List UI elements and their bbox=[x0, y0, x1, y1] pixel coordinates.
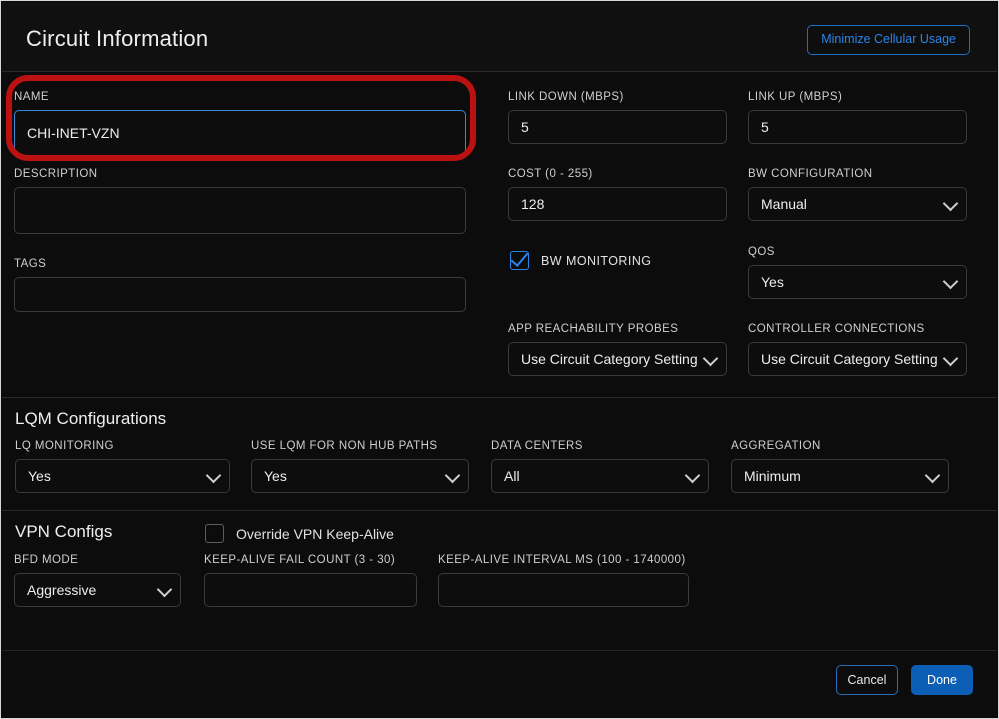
circuit-fields-region: NAME CHI-INET-VZN DESCRIPTION TAGS LINK … bbox=[2, 72, 997, 397]
description-label: DESCRIPTION bbox=[14, 168, 98, 180]
description-field-group: DESCRIPTION bbox=[14, 168, 466, 234]
bfd-mode-label: BFD MODE bbox=[14, 554, 79, 566]
override-vpn-keepalive-checkbox[interactable] bbox=[205, 524, 224, 543]
use-lqm-non-hub-label: USE LQM FOR NON HUB PATHS bbox=[251, 440, 438, 452]
lqm-configurations-region: LQM Configurations LQ MONITORING Yes USE… bbox=[2, 398, 997, 510]
aggregation-select[interactable]: Minimum bbox=[731, 459, 949, 493]
cancel-button[interactable]: Cancel bbox=[836, 665, 898, 695]
link-up-field-group: LINK UP (Mbps) 5 bbox=[748, 91, 967, 144]
bfd-mode-field-group: BFD MODE Aggressive bbox=[14, 554, 181, 607]
qos-field-group: QOS Yes bbox=[748, 246, 967, 299]
app-reachability-probes-label: APP REACHABILITY PROBES bbox=[508, 323, 679, 335]
lq-monitoring-field-group: LQ MONITORING Yes bbox=[15, 440, 230, 493]
keepalive-interval-label: KEEP-ALIVE INTERVAL MS (100 - 1740000) bbox=[438, 554, 686, 566]
override-vpn-keepalive-label: Override VPN Keep-Alive bbox=[236, 525, 394, 542]
link-up-input[interactable]: 5 bbox=[748, 110, 967, 144]
done-button[interactable]: Done bbox=[911, 665, 973, 695]
page-title: Circuit Information bbox=[26, 26, 209, 51]
override-vpn-keepalive-row[interactable]: Override VPN Keep-Alive bbox=[205, 524, 394, 543]
app-reachability-probes-select[interactable]: Use Circuit Category Setting bbox=[508, 342, 727, 376]
tags-field-group: TAGS bbox=[14, 258, 466, 312]
use-lqm-non-hub-select[interactable]: Yes bbox=[251, 459, 469, 493]
cost-input[interactable]: 128 bbox=[508, 187, 727, 221]
dialog-panel: Circuit Information Minimize Cellular Us… bbox=[2, 2, 997, 717]
bw-monitoring-checkbox[interactable] bbox=[510, 251, 529, 270]
keepalive-fail-count-field-group: KEEP-ALIVE FAIL COUNT (3 - 30) bbox=[204, 554, 417, 607]
aggregation-label: AGGREGATION bbox=[731, 440, 821, 452]
circuit-information-dialog: Circuit Information Minimize Cellular Us… bbox=[0, 0, 999, 719]
bw-configuration-label: BW CONFIGURATION bbox=[748, 168, 873, 180]
name-label: NAME bbox=[14, 91, 50, 103]
link-down-input[interactable]: 5 bbox=[508, 110, 727, 144]
name-input[interactable]: CHI-INET-VZN bbox=[14, 110, 466, 156]
bw-monitoring-row[interactable]: BW MONITORING bbox=[510, 251, 651, 270]
controller-connections-label: CONTROLLER CONNECTIONS bbox=[748, 323, 925, 335]
lq-monitoring-select[interactable]: Yes bbox=[15, 459, 230, 493]
qos-select[interactable]: Yes bbox=[748, 265, 967, 299]
dialog-header: Circuit Information Minimize Cellular Us… bbox=[2, 2, 997, 72]
tags-label: TAGS bbox=[14, 258, 47, 270]
link-down-field-group: LINK DOWN (Mbps) 5 bbox=[508, 91, 727, 144]
data-centers-field-group: DATA CENTERS All bbox=[491, 440, 709, 493]
keepalive-fail-count-input[interactable] bbox=[204, 573, 417, 607]
controller-connections-select[interactable]: Use Circuit Category Setting bbox=[748, 342, 967, 376]
aggregation-field-group: AGGREGATION Minimum bbox=[731, 440, 949, 493]
cost-field-group: COST (0 - 255) 128 bbox=[508, 168, 727, 221]
lqm-section-title: LQM Configurations bbox=[15, 409, 167, 428]
use-lqm-non-hub-field-group: USE LQM FOR NON HUB PATHS Yes bbox=[251, 440, 469, 493]
description-input[interactable] bbox=[14, 187, 466, 234]
dialog-footer: Cancel Done bbox=[2, 650, 997, 717]
minimize-cellular-usage-button[interactable]: Minimize Cellular Usage bbox=[807, 25, 970, 55]
data-centers-select[interactable]: All bbox=[491, 459, 709, 493]
keepalive-fail-count-label: KEEP-ALIVE FAIL COUNT (3 - 30) bbox=[204, 554, 396, 566]
bw-configuration-field-group: BW CONFIGURATION Manual bbox=[748, 168, 967, 221]
cost-label: COST (0 - 255) bbox=[508, 168, 593, 180]
bfd-mode-select[interactable]: Aggressive bbox=[14, 573, 181, 607]
tags-input[interactable] bbox=[14, 277, 466, 312]
keepalive-interval-input[interactable] bbox=[438, 573, 689, 607]
controller-connections-field-group: CONTROLLER CONNECTIONS Use Circuit Categ… bbox=[748, 323, 967, 376]
vpn-configs-region: VPN Configs Override VPN Keep-Alive BFD … bbox=[2, 511, 997, 639]
bw-configuration-select[interactable]: Manual bbox=[748, 187, 967, 221]
data-centers-label: DATA CENTERS bbox=[491, 440, 583, 452]
name-field-group: NAME CHI-INET-VZN bbox=[14, 91, 466, 156]
qos-label: QOS bbox=[748, 246, 775, 258]
keepalive-interval-field-group: KEEP-ALIVE INTERVAL MS (100 - 1740000) bbox=[438, 554, 689, 607]
bw-monitoring-label: BW MONITORING bbox=[541, 253, 652, 268]
link-up-label: LINK UP (Mbps) bbox=[748, 91, 843, 103]
link-down-label: LINK DOWN (Mbps) bbox=[508, 91, 624, 103]
app-reachability-probes-field-group: APP REACHABILITY PROBES Use Circuit Cate… bbox=[508, 323, 727, 376]
lq-monitoring-label: LQ MONITORING bbox=[15, 440, 114, 452]
vpn-section-title: VPN Configs bbox=[15, 522, 113, 541]
